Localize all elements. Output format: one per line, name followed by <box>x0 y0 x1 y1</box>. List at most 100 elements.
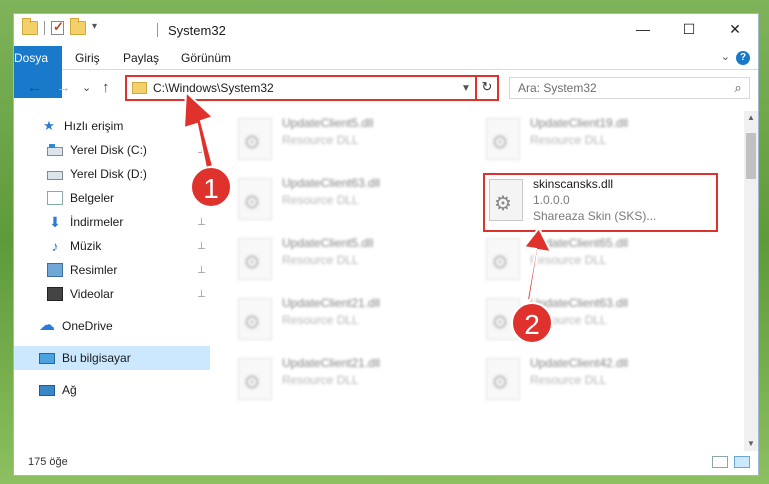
item-count: 175 öğe <box>28 456 68 468</box>
file-name: skinscansks.dll <box>533 177 614 191</box>
sidebar-item-local-disk-d[interactable]: Yerel Disk (D:) <box>14 162 210 186</box>
list-item[interactable]: UpdateClient65.dll Resource DLL <box>486 234 721 286</box>
scroll-up-icon[interactable]: ▲ <box>744 111 758 125</box>
sidebar-item-music[interactable]: ♪ Müzik ⊥ <box>14 234 210 258</box>
sidebar-item-label: Yerel Disk (D:) <box>70 167 147 181</box>
file-name: UpdateClient65.dll <box>530 236 629 250</box>
search-box[interactable]: Ara: System32 ⌕ <box>509 77 750 99</box>
file-name: UpdateClient19.dll <box>530 116 629 130</box>
list-item[interactable]: UpdateClient5.dll Resource DLL <box>238 234 473 286</box>
sidebar-item-label: Hızlı erişim <box>64 119 124 133</box>
up-button[interactable]: ↑ <box>102 79 110 96</box>
file-type: Resource DLL <box>282 253 359 267</box>
sidebar-item-label: Bu bilgisayar <box>62 351 131 365</box>
file-name: UpdateClient5.dll <box>282 116 374 130</box>
separator <box>44 21 45 35</box>
dll-file-icon <box>486 238 520 280</box>
network-icon <box>39 384 55 396</box>
back-button[interactable]: ← <box>27 79 42 96</box>
drive-icon <box>47 144 63 156</box>
file-name: UpdateClient63.dll <box>282 176 381 190</box>
sidebar-item-label: Müzik <box>70 239 102 253</box>
help-icon[interactable]: ? <box>736 51 750 65</box>
properties-icon[interactable] <box>51 19 64 35</box>
recent-locations-button[interactable]: ⌄ <box>82 81 91 94</box>
maximize-button[interactable]: ☐ <box>666 14 712 44</box>
customize-toolbar-icon[interactable]: ▾ <box>92 21 108 35</box>
search-input[interactable]: Ara: System32 <box>518 81 727 95</box>
navigation-pane: ★ Hızlı erişim Yerel Disk (C:) ⊥ Yerel D… <box>14 111 210 451</box>
pictures-icon <box>47 263 63 277</box>
list-item[interactable]: UpdateClient63.dll Resource DLL <box>238 174 473 226</box>
sidebar-item-label: İndirmeler <box>70 215 124 229</box>
list-item-skinscansks[interactable]: skinscansks.dll 1.0.0.0 Shareaza Skin (S… <box>483 173 718 232</box>
close-button[interactable]: ✕ <box>712 14 758 44</box>
sidebar-item-this-pc[interactable]: Bu bilgisayar <box>14 346 210 370</box>
sidebar-item-label: OneDrive <box>62 319 113 333</box>
dll-file-icon <box>489 179 523 221</box>
documents-icon <box>47 191 63 205</box>
list-item[interactable]: UpdateClient19.dll Resource DLL <box>486 114 721 166</box>
list-item[interactable]: UpdateClient21.dll Resource DLL <box>238 354 473 406</box>
dll-file-icon <box>486 358 520 400</box>
view-switcher <box>712 456 750 468</box>
sidebar-item-onedrive[interactable]: ☁ OneDrive <box>14 314 210 338</box>
new-folder-icon[interactable] <box>70 18 86 35</box>
sidebar-item-label: Belgeler <box>70 191 115 205</box>
minimize-button[interactable]: — <box>620 14 666 44</box>
file-name: UpdateClient21.dll <box>282 296 381 310</box>
tab-home[interactable]: Giriş <box>75 46 100 70</box>
forward-button[interactable]: → <box>56 79 71 96</box>
file-name: UpdateClient5.dll <box>282 236 374 250</box>
file-list: UpdateClient5.dll Resource DLL UpdateCli… <box>212 111 746 451</box>
expand-ribbon-icon[interactable]: ⌄ <box>721 50 730 63</box>
sidebar-item-network[interactable]: Ağ <box>14 378 210 402</box>
sidebar-item-local-disk-c[interactable]: Yerel Disk (C:) ⊥ <box>14 138 210 162</box>
sidebar-item-quick-access[interactable]: ★ Hızlı erişim <box>14 114 210 138</box>
list-item[interactable]: UpdateClient42.dll Resource DLL <box>486 354 721 406</box>
tab-view[interactable]: Görünüm <box>181 46 231 70</box>
list-item[interactable]: UpdateClient5.dll Resource DLL <box>238 114 473 166</box>
file-name: UpdateClient42.dll <box>530 356 629 370</box>
scroll-down-icon[interactable]: ▼ <box>744 437 758 451</box>
window-controls: — ☐ ✕ <box>620 14 758 44</box>
file-type: Resource DLL <box>282 193 359 207</box>
sidebar-item-documents[interactable]: Belgeler ⊥ <box>14 186 210 210</box>
pin-icon: ⊥ <box>197 240 206 252</box>
folder-icon <box>132 82 147 94</box>
tiles-view-icon[interactable] <box>734 456 750 468</box>
scroll-thumb[interactable] <box>746 133 756 179</box>
dll-file-icon <box>238 118 272 160</box>
refresh-button[interactable]: ↻ <box>475 77 497 99</box>
chevron-down-icon[interactable]: ▼ <box>457 83 475 94</box>
sidebar-item-videos[interactable]: Videolar ⊥ <box>14 282 210 306</box>
vertical-scrollbar[interactable]: ▲ ▼ <box>744 111 758 451</box>
file-type: Resource DLL <box>282 373 359 387</box>
callout-badge-2: 2 <box>511 302 553 344</box>
sidebar-item-label: Resimler <box>70 263 118 277</box>
separator <box>157 23 158 37</box>
dll-file-icon <box>238 358 272 400</box>
quick-access-toolbar: ▾ <box>22 18 108 35</box>
file-type: Resource DLL <box>530 253 607 267</box>
star-icon: ★ <box>43 118 55 133</box>
sidebar-item-pictures[interactable]: Resimler ⊥ <box>14 258 210 282</box>
list-item[interactable]: UpdateClient21.dll Resource DLL <box>238 294 473 346</box>
explorer-window: ▾ System32 — ☐ ✕ Dosya Giriş Paylaş Görü… <box>13 13 759 476</box>
details-view-icon[interactable] <box>712 456 728 468</box>
dll-file-icon <box>238 178 272 220</box>
address-bar[interactable]: C:\Windows\System32 ▼ ↻ <box>125 75 499 101</box>
title-bar: ▾ System32 — ☐ ✕ <box>14 14 758 46</box>
dll-file-icon <box>238 298 272 340</box>
videos-icon <box>47 287 63 301</box>
tab-share[interactable]: Paylaş <box>123 46 159 70</box>
drive-icon <box>47 171 63 180</box>
sidebar-item-downloads[interactable]: ⬇ İndirmeler ⊥ <box>14 210 210 234</box>
sidebar-item-label: Yerel Disk (C:) <box>70 143 147 157</box>
music-icon: ♪ <box>51 238 59 254</box>
address-path[interactable]: C:\Windows\System32 <box>153 81 457 95</box>
download-icon: ⬇ <box>49 214 61 230</box>
search-icon[interactable]: ⌕ <box>727 80 749 96</box>
file-type: Resource DLL <box>530 373 607 387</box>
pin-icon: ⊥ <box>197 288 206 300</box>
